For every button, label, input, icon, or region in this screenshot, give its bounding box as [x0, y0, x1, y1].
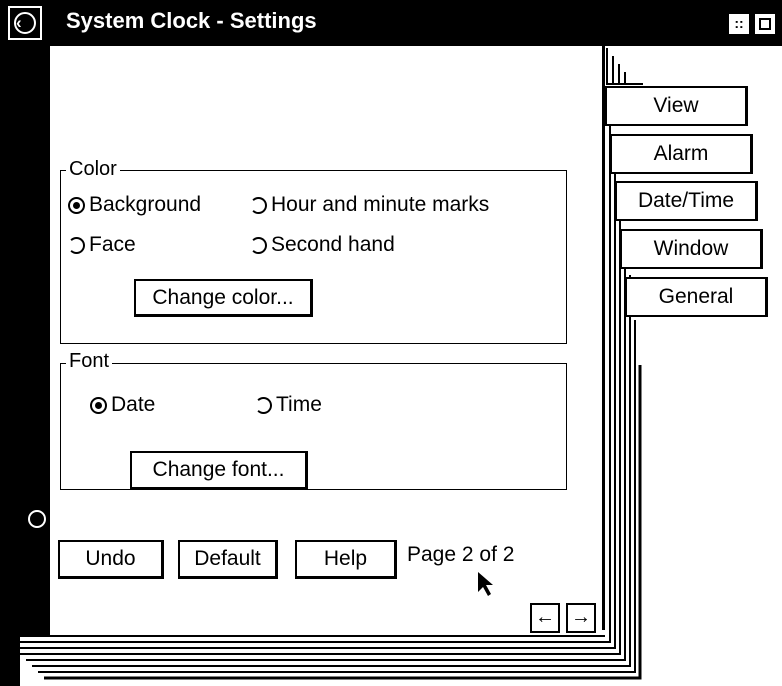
tab-date-time[interactable]: Date/Time [615, 181, 758, 221]
radio-selected-icon [90, 396, 107, 414]
system-menu-icon[interactable]: ‹ [8, 6, 42, 40]
arrow-left-icon[interactable]: ← [530, 603, 560, 633]
radio-time-label: Time [276, 393, 322, 416]
page-indicator: Page 2 of 2 [407, 543, 515, 566]
radio-second-hand-label: Second hand [271, 233, 395, 256]
radio-second-hand[interactable]: Second hand [250, 233, 395, 257]
help-button[interactable]: Help [295, 540, 397, 579]
tab-alarm[interactable]: Alarm [610, 134, 753, 174]
radio-hour-minute-marks[interactable]: Hour and minute marks [250, 193, 489, 217]
radio-date-label: Date [111, 393, 156, 416]
window-frame-left [0, 46, 20, 686]
radio-background-label: Background [89, 193, 202, 216]
radio-unselected-icon [68, 236, 85, 254]
window-title: System Clock - Settings [66, 8, 317, 33]
radio-unselected-icon [250, 236, 267, 254]
radio-background[interactable]: Background [68, 193, 201, 217]
radio-unselected-icon [250, 196, 267, 214]
tab-view[interactable]: View [605, 86, 748, 126]
arrow-right-icon[interactable]: → [566, 603, 596, 633]
radio-hour-minute-marks-label: Hour and minute marks [271, 193, 490, 216]
radio-time[interactable]: Time [255, 393, 322, 417]
font-group-label: Font [66, 350, 113, 373]
change-color-button[interactable]: Change color... [134, 279, 313, 317]
radio-unselected-icon [255, 396, 272, 414]
radio-face-label: Face [89, 233, 136, 256]
default-button[interactable]: Default [178, 540, 278, 579]
tab-window[interactable]: Window [620, 229, 763, 269]
undo-button[interactable]: Undo [58, 540, 164, 579]
mouse-pointer-icon [476, 570, 496, 603]
maximize-icon[interactable] [753, 12, 777, 36]
radio-face[interactable]: Face [68, 233, 136, 257]
binding-ring-icon [28, 510, 46, 528]
color-group-label: Color [66, 158, 120, 181]
notebook-binding [20, 46, 50, 636]
change-font-button[interactable]: Change font... [130, 451, 308, 490]
minimize-icon[interactable]: :: [727, 12, 751, 36]
page-stack-corner [605, 46, 645, 86]
radio-date[interactable]: Date [90, 393, 155, 417]
tab-general[interactable]: General [625, 277, 768, 317]
page-stack-bottom [0, 630, 782, 686]
radio-selected-icon [68, 196, 85, 214]
